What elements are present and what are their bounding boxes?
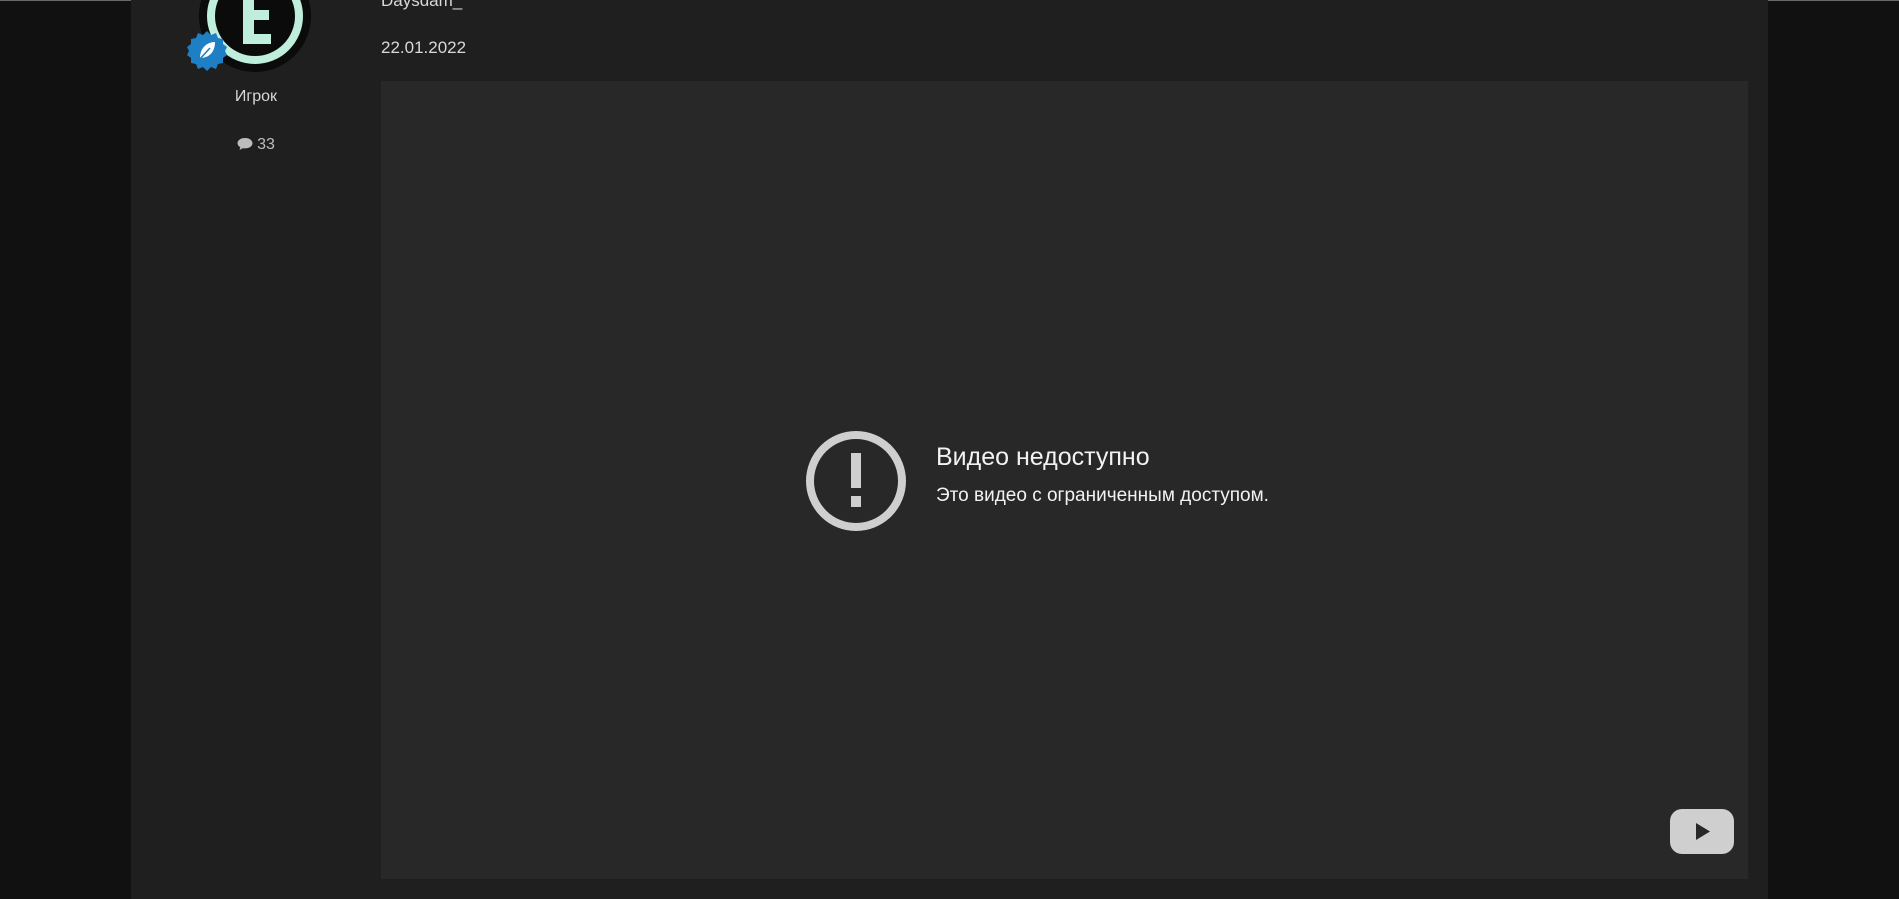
message-count[interactable]: 33: [131, 136, 381, 156]
video-error-subtitle: Это видео с ограниченным доступом.: [936, 485, 1269, 506]
message-count-value: 33: [257, 136, 275, 153]
video-error-title: Видео недоступно: [936, 443, 1150, 471]
forum-post-container: Игрок 33 Daysdam_ 22.01.2022 Видео недос…: [131, 0, 1768, 899]
video-unavailable-message: Видео недоступно Это видео с ограниченны…: [804, 429, 1504, 533]
post-date[interactable]: 22.01.2022: [381, 38, 466, 58]
post-author-name[interactable]: Daysdam_: [381, 0, 462, 11]
leaf-badge-icon[interactable]: [185, 29, 229, 73]
embedded-video-player[interactable]: Видео недоступно Это видео с ограниченны…: [381, 81, 1748, 879]
youtube-logo-icon[interactable]: [1670, 809, 1734, 854]
content-bottom-padding: [131, 879, 1768, 899]
comment-icon: [237, 137, 253, 156]
post-user-info: Игрок 33: [131, 0, 381, 200]
exclamation-circle-icon: [804, 429, 908, 533]
user-role: Игрок: [234, 88, 278, 105]
